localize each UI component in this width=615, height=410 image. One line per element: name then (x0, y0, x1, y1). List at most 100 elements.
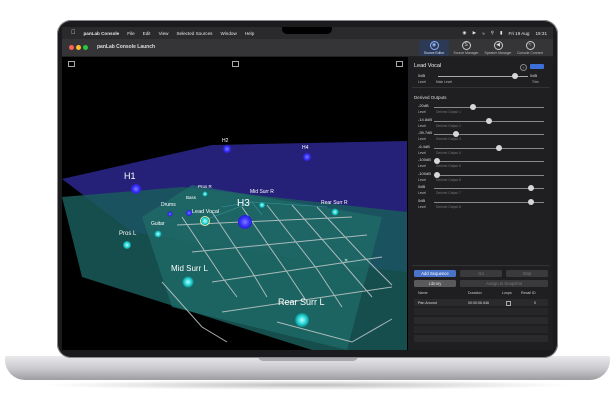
go-button[interactable]: Go (460, 270, 502, 277)
label-pros-l: Pros L (119, 231, 137, 237)
3d-viewport[interactable]: ✕ H1 H2 H3 H4 Pros R Bass Mid Surr R Rea… (62, 57, 407, 350)
tab-console-connect[interactable]: ≈ Console Connect (515, 40, 545, 56)
window-title: panLab Console Launch (97, 44, 156, 50)
console-connect-icon: ≈ (525, 41, 535, 50)
wifi-icon[interactable]: ≈ (482, 31, 485, 36)
derived-output-name: Derived Output 3 (436, 137, 461, 141)
derived-output-knob[interactable] (527, 198, 534, 205)
derived-output-track[interactable] (434, 161, 544, 163)
menubar-time[interactable]: 19:31 (536, 31, 548, 36)
divider (412, 265, 550, 266)
minimize-window-button[interactable] (76, 45, 81, 50)
battery-icon[interactable]: ▮ (500, 30, 503, 36)
search-icon[interactable]: ⚲ (491, 30, 494, 36)
derived-output-name: Derived Output 5 (436, 164, 461, 168)
divider (412, 87, 550, 88)
menu-view[interactable]: View (159, 31, 169, 36)
derived-output-track[interactable] (434, 147, 544, 149)
derived-output-value: 0dB (418, 197, 426, 203)
derived-output-level-caption: Level (418, 204, 426, 209)
play-icon[interactable]: ▶ (473, 30, 477, 36)
derived-output-level-caption: Level (418, 150, 426, 155)
level-caption: Level (418, 80, 426, 84)
column-header-loops[interactable]: Loops (502, 291, 512, 295)
speaker-pros-r[interactable] (202, 191, 208, 197)
derived-output-name: Derived Output 1 (436, 110, 461, 114)
derived-output-track[interactable] (434, 107, 544, 109)
marker-icon: ✕ (344, 258, 348, 264)
speaker-pros-l[interactable] (123, 241, 131, 249)
derived-output-level-caption: Level (418, 177, 426, 182)
column-header-name[interactable]: Name (418, 291, 428, 295)
derived-output-name: Derived Output 4 (436, 150, 461, 155)
camera-notch (282, 27, 332, 34)
venue-scene: ✕ (62, 141, 407, 350)
speaker-manager-icon: ◀ (493, 41, 503, 50)
library-button[interactable]: Library (414, 280, 456, 287)
speaker-h3[interactable] (238, 215, 252, 229)
derived-output-knob[interactable] (496, 144, 503, 151)
menu-help[interactable]: Help (245, 31, 254, 36)
label-pros-r: Pros R (198, 184, 212, 189)
label-h1: H1 (124, 171, 136, 181)
control-center-icon[interactable]: ◉ (463, 30, 467, 36)
derived-output-level-caption: Level (418, 123, 426, 128)
table-row-empty (414, 335, 548, 342)
tab-label: Speaker Manager (484, 51, 512, 55)
row-recall-id: 0 (534, 300, 536, 305)
derived-output-knob[interactable] (527, 185, 534, 191)
derived-output-track[interactable] (434, 134, 544, 136)
tab-source-editor[interactable]: ◉ Source Editor (419, 40, 449, 56)
label-h4: H4 (302, 145, 309, 151)
trim-caption: Trim (532, 80, 539, 84)
derived-output-value: 0dB (418, 184, 426, 189)
add-sequence-button[interactable]: Add Sequence (414, 270, 456, 277)
speaker-rear-surr-l[interactable] (295, 313, 309, 327)
source-enable-toggle[interactable] (530, 64, 544, 69)
speaker-mid-surr-l[interactable] (182, 276, 194, 288)
source-editor-icon: ◉ (429, 41, 439, 50)
zoom-window-button[interactable] (83, 45, 88, 50)
label-h3: H3 (237, 198, 250, 209)
main-level-knob[interactable] (512, 73, 518, 79)
tab-label: Console Connect (516, 51, 543, 55)
close-window-button[interactable] (69, 45, 74, 50)
derived-output-knob[interactable] (470, 104, 477, 110)
label-guitar: Guitar (151, 221, 165, 227)
row-duration: 00:00:06.546 (468, 300, 489, 305)
source-manager-icon: S (461, 41, 471, 50)
derived-output-track[interactable] (434, 174, 544, 176)
derived-output-value: -20dB (418, 103, 429, 108)
menu-selected-sources[interactable]: Selected Sources (176, 31, 212, 36)
apple-menu-icon[interactable]:  (71, 30, 76, 36)
label-mid-surr-l: Mid Surr L (171, 264, 208, 273)
tab-source-manager[interactable]: S Source Manager (451, 40, 481, 56)
derived-output-knob[interactable] (486, 117, 492, 124)
tab-speaker-manager[interactable]: ◀ Speaker Manager (483, 40, 513, 56)
derived-output-name: Derived Output 6 (436, 177, 461, 182)
menu-edit[interactable]: Edit (143, 31, 151, 36)
menubar-date[interactable]: Fri 19 Aug (509, 31, 530, 36)
row-loops-checkbox[interactable] (506, 300, 511, 306)
assign-to-snapshot-button[interactable]: Assign to Snapshot (460, 280, 548, 287)
column-header-duration[interactable]: Duration (468, 291, 482, 295)
menu-window[interactable]: Window (220, 31, 236, 36)
window-titlebar: panLab Console Launch ◉ Source Editor S … (62, 39, 553, 57)
stop-button[interactable]: Stop (506, 270, 548, 277)
speaker-mid-surr-r[interactable] (259, 202, 265, 208)
speaker-guitar[interactable] (154, 230, 162, 238)
menu-file[interactable]: File (127, 31, 134, 36)
tab-label: Source Editor (423, 51, 445, 55)
speaker-lead-vocal[interactable] (200, 216, 210, 226)
menu-app-name[interactable]: panLab Console (84, 31, 120, 36)
table-row[interactable]: Pan Around 00:00:06.546 0 (414, 299, 548, 306)
speaker-rear-surr-r[interactable] (331, 208, 339, 216)
speaker-h1[interactable] (131, 184, 141, 194)
speaker-drums[interactable] (167, 211, 173, 217)
tab-label: Source Manager (453, 51, 479, 55)
column-header-recall-id[interactable]: Recall ID (521, 291, 536, 295)
laptop-shadow (40, 380, 575, 390)
speaker-h2[interactable] (223, 145, 231, 153)
add-icon[interactable]: + (520, 64, 527, 71)
speaker-h4[interactable] (303, 153, 311, 161)
